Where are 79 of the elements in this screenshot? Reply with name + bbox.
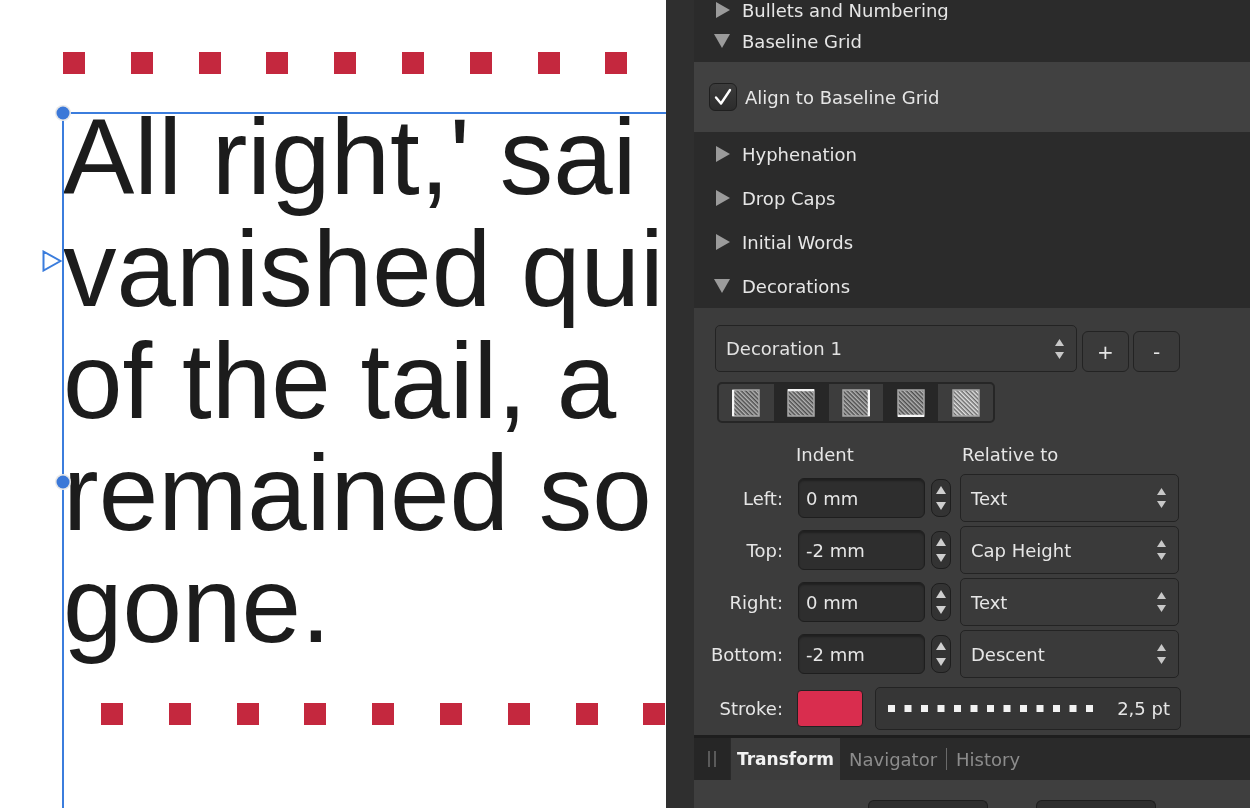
right-border-icon bbox=[842, 388, 870, 417]
column-header: Indent bbox=[796, 443, 855, 465]
checkmark-icon bbox=[714, 88, 732, 106]
decoration-dropdown[interactable]: Decoration 1 bbox=[715, 325, 1077, 372]
decoration-dash bbox=[575, 703, 598, 725]
stroke-color-swatch[interactable] bbox=[797, 689, 863, 727]
indent-field[interactable]: -2 mm bbox=[798, 530, 925, 570]
side-toggle-button[interactable] bbox=[938, 384, 993, 421]
decoration-dash bbox=[605, 52, 628, 74]
decoration-dash bbox=[101, 703, 123, 725]
input-field[interactable] bbox=[1036, 800, 1156, 808]
field-label: Bottom: bbox=[709, 643, 783, 665]
section-header[interactable]: Bullets and Numbering bbox=[694, 0, 1250, 20]
body-text-line: remained so bbox=[63, 437, 652, 549]
section-header[interactable]: Baseline Grid bbox=[694, 20, 1250, 62]
column-header: Relative to bbox=[962, 443, 1059, 465]
relative-to-dropdown[interactable]: Text bbox=[960, 474, 1179, 522]
decoration-dash bbox=[402, 52, 424, 74]
decoration-dash bbox=[507, 703, 530, 725]
updown-arrows-icon bbox=[1157, 644, 1166, 664]
checkbox[interactable] bbox=[709, 83, 737, 111]
field-label: Left: bbox=[742, 487, 783, 509]
updown-arrows-icon bbox=[1157, 592, 1166, 612]
panel-tab[interactable]: History bbox=[947, 738, 1030, 780]
decoration-dash bbox=[266, 52, 289, 74]
field-label: Top: bbox=[745, 539, 783, 561]
updown-arrows-icon bbox=[1157, 488, 1166, 508]
updown-arrows-icon bbox=[936, 486, 946, 510]
checkbox-label[interactable]: Align to Baseline Grid bbox=[745, 86, 940, 108]
grip-icon bbox=[708, 751, 716, 767]
stepper-button[interactable] bbox=[931, 635, 951, 673]
decoration-dash bbox=[440, 703, 462, 725]
add-button[interactable]: + bbox=[1082, 331, 1129, 372]
updown-arrows-icon bbox=[936, 538, 946, 562]
drag-handle[interactable] bbox=[694, 738, 730, 780]
side-toggle-button[interactable] bbox=[719, 384, 774, 421]
decoration-dash bbox=[63, 52, 85, 74]
field-label: Right: bbox=[728, 591, 783, 613]
updown-arrows-icon bbox=[936, 642, 946, 666]
panel-tab[interactable]: Transform bbox=[731, 738, 840, 780]
decoration-dash bbox=[304, 703, 327, 725]
input-field[interactable] bbox=[868, 800, 988, 808]
relative-to-dropdown[interactable]: Cap Height bbox=[960, 526, 1179, 574]
fill-pattern-icon bbox=[951, 388, 980, 417]
decoration-dash bbox=[130, 52, 153, 74]
dotted-line-icon bbox=[888, 704, 1093, 712]
indent-field[interactable]: -2 mm bbox=[798, 634, 925, 674]
decoration-dash bbox=[334, 52, 357, 74]
remove-button[interactable]: - bbox=[1133, 331, 1180, 372]
decoration-dash bbox=[469, 52, 492, 74]
indent-field[interactable]: 0 mm bbox=[798, 582, 925, 622]
decoration-dash bbox=[236, 703, 259, 725]
section-header[interactable]: Drop Caps bbox=[694, 176, 1250, 220]
relative-to-dropdown[interactable]: Text bbox=[960, 578, 1179, 626]
field-label: Stroke: bbox=[718, 697, 783, 719]
top-border-icon bbox=[787, 388, 816, 417]
decoration-dash bbox=[168, 703, 191, 725]
stepper-button[interactable] bbox=[931, 531, 951, 569]
updown-arrows-icon bbox=[1055, 338, 1064, 359]
decoration-dash bbox=[372, 703, 395, 725]
section-header[interactable]: Initial Words bbox=[694, 220, 1250, 264]
stepper-button[interactable] bbox=[931, 583, 951, 621]
relative-to-dropdown[interactable]: Descent bbox=[960, 630, 1179, 678]
decoration-dash bbox=[198, 52, 221, 74]
indent-field[interactable]: 0 mm bbox=[798, 478, 925, 518]
stepper-button[interactable] bbox=[931, 479, 951, 517]
section-header[interactable]: Hyphenation bbox=[694, 132, 1250, 176]
left-border-icon bbox=[732, 388, 761, 417]
panel-tab[interactable]: Navigator bbox=[840, 738, 947, 780]
handle-dot-icon[interactable] bbox=[54, 473, 72, 491]
decoration-dash bbox=[643, 703, 666, 725]
section-header[interactable]: Decorations bbox=[694, 264, 1250, 308]
side-toggle-button[interactable] bbox=[828, 384, 884, 421]
bottom-border-icon bbox=[896, 388, 925, 417]
updown-arrows-icon bbox=[1157, 540, 1166, 560]
decoration-dash bbox=[537, 52, 560, 74]
triangle-handle-icon[interactable] bbox=[42, 250, 62, 272]
updown-arrows-icon bbox=[936, 590, 946, 614]
stroke-style-field[interactable]: 2,5 pt bbox=[875, 686, 1181, 730]
